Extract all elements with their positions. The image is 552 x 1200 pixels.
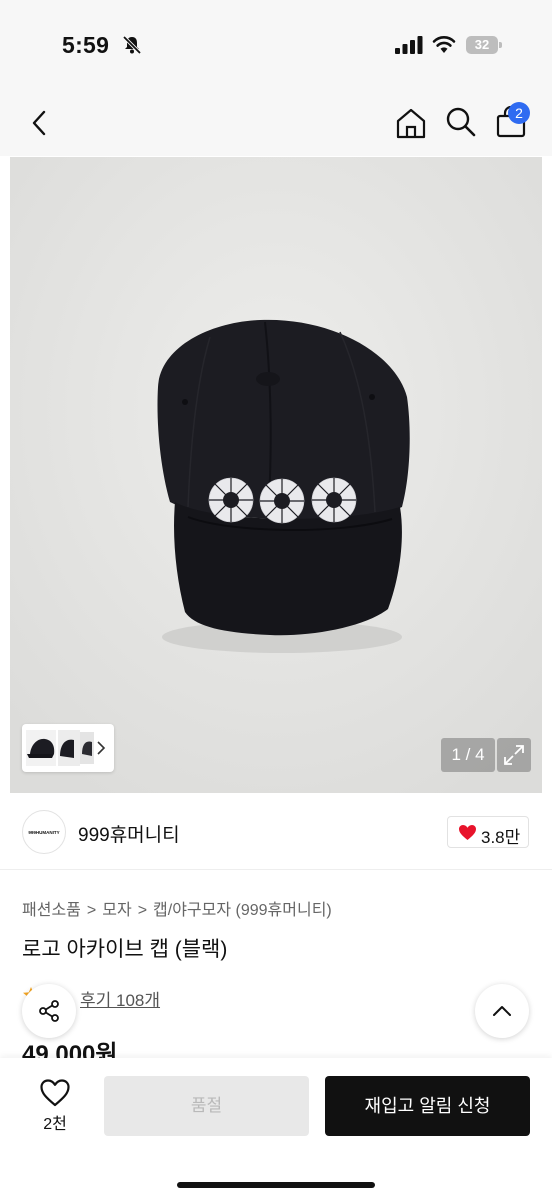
search-icon[interactable] [444, 105, 478, 139]
bottom-action-bar: 2천 품절 재입고 알림 신청 [0, 1058, 552, 1200]
review-count-link[interactable]: 후기 108개 [80, 986, 160, 1011]
category-breadcrumb: 패션소품 > 모자 > 캡/야구모자 (999휴머니티) [22, 896, 332, 920]
cellular-signal-icon [395, 36, 423, 54]
battery-indicator: 32 [466, 36, 502, 54]
wifi-icon [432, 36, 456, 53]
expand-icon [504, 745, 524, 765]
wishlist-count: 2천 [43, 1116, 67, 1133]
soldout-button: 품절 [104, 1076, 309, 1136]
brand-like-button[interactable]: 3.8만 [447, 816, 529, 848]
battery-level: 32 [466, 36, 498, 54]
home-indicator [177, 1182, 375, 1188]
brand-name[interactable]: 999휴머니티 [78, 820, 180, 847]
chevron-right-icon: > [137, 902, 148, 919]
home-icon[interactable] [394, 106, 428, 140]
share-button[interactable] [22, 984, 76, 1038]
thumbnail-strip[interactable] [22, 724, 114, 772]
brand-logo[interactable]: 999HUMANITY [22, 810, 66, 854]
product-image-gallery[interactable]: 1 / 4 [10, 157, 542, 793]
heart-filled-icon [459, 825, 476, 840]
brand-like-count: 3.8만 [481, 828, 521, 847]
product-photo [10, 157, 542, 793]
restock-alert-button[interactable]: 재입고 알림 신청 [325, 1076, 530, 1136]
breadcrumb-item[interactable]: 모자 [102, 896, 131, 920]
image-counter: 1 / 4 [441, 738, 495, 772]
breadcrumb-item[interactable]: 패션소품 [22, 896, 81, 920]
chevron-right-icon: > [86, 902, 97, 919]
battery-cap [499, 42, 502, 48]
status-time: 5:59 [62, 32, 110, 58]
breadcrumb-item[interactable]: 캡/야구모자 (999휴머니티) [153, 896, 332, 920]
brand-row[interactable]: 999HUMANITY 999휴머니티 3.8만 [0, 800, 552, 870]
top-navigation [0, 92, 552, 156]
share-icon [39, 1000, 59, 1022]
cart-count-badge: 2 [508, 102, 530, 124]
expand-image-button[interactable] [497, 738, 531, 772]
chevron-up-icon [493, 1006, 511, 1016]
bell-muted-icon [122, 35, 142, 55]
wishlist-button[interactable]: 2천 [26, 1076, 84, 1136]
product-title: 로고 아카이브 캡 (블랙) [22, 938, 228, 961]
status-bar: 5:59 32 [0, 0, 552, 92]
heart-outline-icon [40, 1079, 70, 1107]
back-arrow-icon[interactable] [24, 106, 58, 140]
scroll-to-top-button[interactable] [475, 984, 529, 1038]
